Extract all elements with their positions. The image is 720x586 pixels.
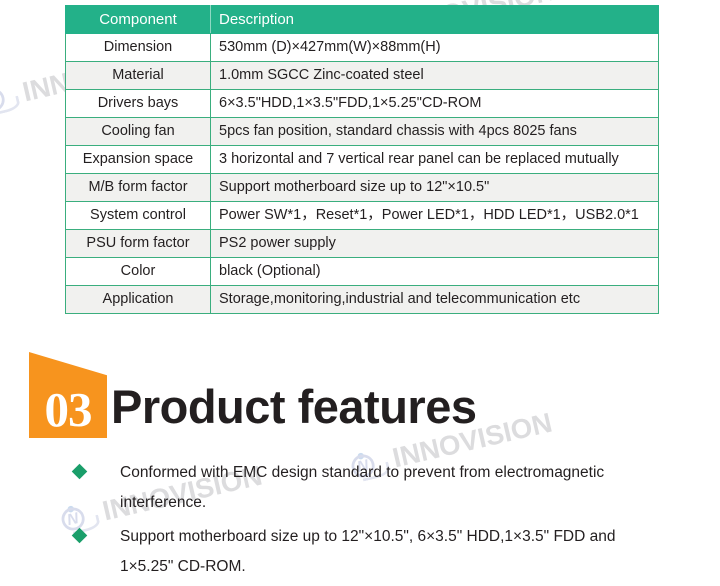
innovision-logo-icon: N — [0, 81, 22, 116]
diamond-bullet-icon — [71, 463, 88, 480]
section-number: 03 — [44, 382, 93, 437]
cell-description: PS2 power supply — [210, 229, 659, 258]
cell-description: Storage,monitoring,industrial and teleco… — [210, 285, 659, 314]
specification-table: Component Description Dimension 530mm (D… — [65, 5, 659, 314]
cell-component: Color — [65, 257, 211, 286]
column-header-description: Description — [210, 5, 659, 34]
table-row: System control Power SW*1，Reset*1，Power … — [65, 201, 659, 230]
cell-component: M/B form factor — [65, 173, 211, 202]
cell-description: 3 horizontal and 7 vertical rear panel c… — [210, 145, 659, 174]
table-row: Material 1.0mm SGCC Zinc-coated steel — [65, 61, 659, 90]
list-item: Conformed with EMC design standard to pr… — [71, 458, 674, 518]
list-item: Support motherboard size up to 12"×10.5"… — [71, 522, 674, 582]
table-row: Drivers bays 6×3.5"HDD,1×3.5"FDD,1×5.25"… — [65, 89, 659, 118]
cell-description: 6×3.5"HDD,1×3.5"FDD,1×5.25"CD-ROM — [210, 89, 659, 118]
table-body: Dimension 530mm (D)×427mm(W)×88mm(H) Mat… — [65, 33, 659, 314]
table-row: PSU form factor PS2 power supply — [65, 229, 659, 258]
feature-list: Conformed with EMC design standard to pr… — [71, 458, 674, 586]
section-number-badge: 03 — [29, 352, 107, 438]
table-row: Dimension 530mm (D)×427mm(W)×88mm(H) — [65, 33, 659, 62]
cell-component: System control — [65, 201, 211, 230]
cell-description: Support motherboard size up to 12"×10.5" — [210, 173, 659, 202]
cell-component: Dimension — [65, 33, 211, 62]
table-row: Application Storage,monitoring,industria… — [65, 285, 659, 314]
table-row: Cooling fan 5pcs fan position, standard … — [65, 117, 659, 146]
diamond-bullet-icon — [71, 527, 88, 544]
specification-table-container: Component Description Dimension 530mm (D… — [65, 5, 659, 314]
page-title: Product features — [111, 380, 477, 433]
table-row: M/B form factor Support motherboard size… — [65, 173, 659, 202]
table-row: Color black (Optional) — [65, 257, 659, 286]
cell-component: Drivers bays — [65, 89, 211, 118]
cell-component: Material — [65, 61, 211, 90]
cell-description: black (Optional) — [210, 257, 659, 286]
cell-component: Cooling fan — [65, 117, 211, 146]
cell-description: 5pcs fan position, standard chassis with… — [210, 117, 659, 146]
cell-description: 530mm (D)×427mm(W)×88mm(H) — [210, 33, 659, 62]
feature-text: Conformed with EMC design standard to pr… — [120, 464, 605, 511]
cell-description: 1.0mm SGCC Zinc-coated steel — [210, 61, 659, 90]
feature-text: Support motherboard size up to 12"×10.5"… — [120, 528, 616, 575]
table-header-row: Component Description — [65, 5, 659, 34]
cell-description: Power SW*1，Reset*1，Power LED*1，HDD LED*1… — [210, 201, 659, 230]
cell-component: Application — [65, 285, 211, 314]
table-row: Expansion space 3 horizontal and 7 verti… — [65, 145, 659, 174]
cell-component: Expansion space — [65, 145, 211, 174]
cell-component: PSU form factor — [65, 229, 211, 258]
section-heading: 03 Product features — [29, 352, 477, 438]
column-header-component: Component — [65, 5, 211, 34]
